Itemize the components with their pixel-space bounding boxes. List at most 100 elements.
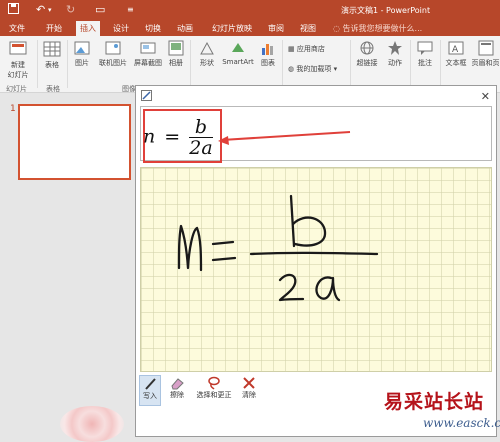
tab-transitions[interactable]: 切换 <box>145 23 161 34</box>
ribbon-divider <box>282 40 283 88</box>
tab-home[interactable]: 开始 <box>46 23 62 34</box>
smartart-button[interactable]: SmartArt <box>221 40 255 66</box>
tell-me-box[interactable]: ◌ 告诉我您想要做什么... <box>333 23 422 34</box>
globe-icon <box>360 41 374 55</box>
textbox-label: 文本框 <box>445 59 467 67</box>
album-button[interactable]: 相册 <box>166 40 186 68</box>
addins-icon: ◍ <box>288 65 295 73</box>
close-icon[interactable]: ✕ <box>481 90 490 103</box>
undo-icon[interactable]: ↶ <box>36 3 45 16</box>
picture-icon <box>74 41 90 55</box>
write-button[interactable]: 写入 <box>139 375 161 406</box>
store-label: 应用商店 <box>296 45 325 53</box>
ribbon-divider <box>67 40 68 88</box>
tab-file[interactable]: 文件 <box>9 23 25 34</box>
customize-qat-icon[interactable]: ≡ <box>127 5 134 14</box>
tab-review[interactable]: 审阅 <box>268 23 284 34</box>
tab-insert[interactable]: 插入 <box>76 21 100 36</box>
my-addins-label: 我的加载项 <box>296 65 332 73</box>
ribbon-divider <box>440 40 441 88</box>
write-label: 写入 <box>143 392 157 400</box>
save-icon[interactable] <box>8 3 19 17</box>
watermark-text: 易采站长站 <box>384 391 485 413</box>
clear-icon <box>243 377 255 389</box>
chevron-down-icon: ▾ <box>333 65 338 73</box>
erase-button[interactable]: 擦除 <box>166 375 188 400</box>
shapes-icon <box>200 41 214 55</box>
hyperlink-button[interactable]: 超链接 <box>354 40 380 68</box>
lightbulb-icon: ◌ <box>333 24 340 33</box>
header-footer-label: 页眉和页 <box>471 59 500 67</box>
handwriting-ink <box>177 194 379 302</box>
ribbon-divider <box>37 40 38 88</box>
action-button[interactable]: 动作 <box>384 40 406 68</box>
new-slide-icon <box>9 41 27 55</box>
album-label: 相册 <box>169 59 183 67</box>
table-button[interactable]: 表格 <box>42 40 62 70</box>
chart-button[interactable]: 图表 <box>258 40 278 68</box>
online-pictures-button[interactable]: 联机图片 <box>96 40 130 68</box>
svg-text:A: A <box>452 45 459 55</box>
textbox-button[interactable]: A 文本框 <box>443 40 469 68</box>
smartart-icon <box>232 43 244 52</box>
ribbon-divider <box>410 40 411 88</box>
star-icon <box>388 41 402 55</box>
formula-denominator: 2a <box>189 137 213 159</box>
watermark-url: www.easck.com <box>423 416 500 430</box>
select-correct-button[interactable]: 选择和更正 <box>192 375 236 400</box>
screenshot-button[interactable]: 屏幕截图 <box>131 40 165 68</box>
start-from-beginning-icon[interactable]: ▭ <box>95 3 105 16</box>
comment-button[interactable]: 批注 <box>414 40 436 68</box>
header-footer-icon <box>478 40 493 56</box>
screenshot-icon <box>140 42 156 54</box>
undo-dropdown-icon[interactable]: ▾ <box>48 6 52 14</box>
chart-icon <box>262 44 273 55</box>
tell-me-text: 告诉我您想要做什么... <box>342 24 423 33</box>
pictures-label: 图片 <box>75 59 89 67</box>
table-label: 表格 <box>45 61 59 69</box>
store-button[interactable]: ▦ 应用商店 <box>288 44 325 54</box>
lasso-icon <box>208 376 220 390</box>
new-slide-button[interactable]: 新建 幻灯片 <box>4 40 32 80</box>
slide-thumbnail[interactable] <box>18 104 131 180</box>
math-input-icon <box>141 90 152 104</box>
annotation-arrow <box>218 131 351 145</box>
tab-slideshow[interactable]: 幻灯片放映 <box>212 23 252 34</box>
screenshot-label: 屏幕截图 <box>134 59 162 67</box>
tab-animations[interactable]: 动画 <box>177 23 193 34</box>
shapes-button[interactable]: 形状 <box>196 40 218 68</box>
action-label: 动作 <box>388 59 402 67</box>
pen-icon <box>145 378 156 390</box>
chart-label: 图表 <box>261 59 275 67</box>
formula-lhs: n <box>143 125 156 148</box>
clear-button[interactable]: 清除 <box>238 375 260 400</box>
redo-icon[interactable]: ↻ <box>66 3 75 16</box>
menu-bar: 文件 开始 插入 设计 切换 动画 幻灯片放映 审阅 视图 ◌ 告诉我您想要做什… <box>0 20 500 36</box>
my-addins-button[interactable]: ◍ 我的加载项 ▾ <box>288 64 337 74</box>
slide-number: 1 <box>10 104 16 114</box>
online-picture-icon <box>105 41 121 55</box>
shapes-label: 形状 <box>200 59 214 67</box>
header-footer-button[interactable]: 页眉和页 <box>471 40 500 68</box>
textbox-icon: A <box>448 41 464 55</box>
window-title: 演示文稿1 - PowerPoint <box>341 6 431 15</box>
erase-label: 擦除 <box>170 391 184 399</box>
tab-design[interactable]: 设计 <box>113 23 129 34</box>
comment-icon <box>417 41 433 55</box>
hyperlink-label: 超链接 <box>356 59 378 67</box>
formula-equals: = <box>164 125 181 148</box>
select-correct-label: 选择和更正 <box>196 391 232 399</box>
formula-fraction: b 2a <box>189 117 213 159</box>
new-slide-label: 新建 幻灯片 <box>7 61 29 79</box>
pictures-button[interactable]: 图片 <box>70 40 94 68</box>
album-icon <box>168 40 184 56</box>
table-icon <box>43 41 61 57</box>
eraser-icon <box>171 378 184 390</box>
online-pictures-label: 联机图片 <box>99 59 127 67</box>
ribbon-divider <box>350 40 351 88</box>
ribbon-divider <box>190 40 191 88</box>
formula-numerator: b <box>189 117 213 138</box>
tab-view[interactable]: 视图 <box>300 23 316 34</box>
store-icon: ▦ <box>288 45 295 53</box>
writing-area[interactable] <box>140 167 492 372</box>
